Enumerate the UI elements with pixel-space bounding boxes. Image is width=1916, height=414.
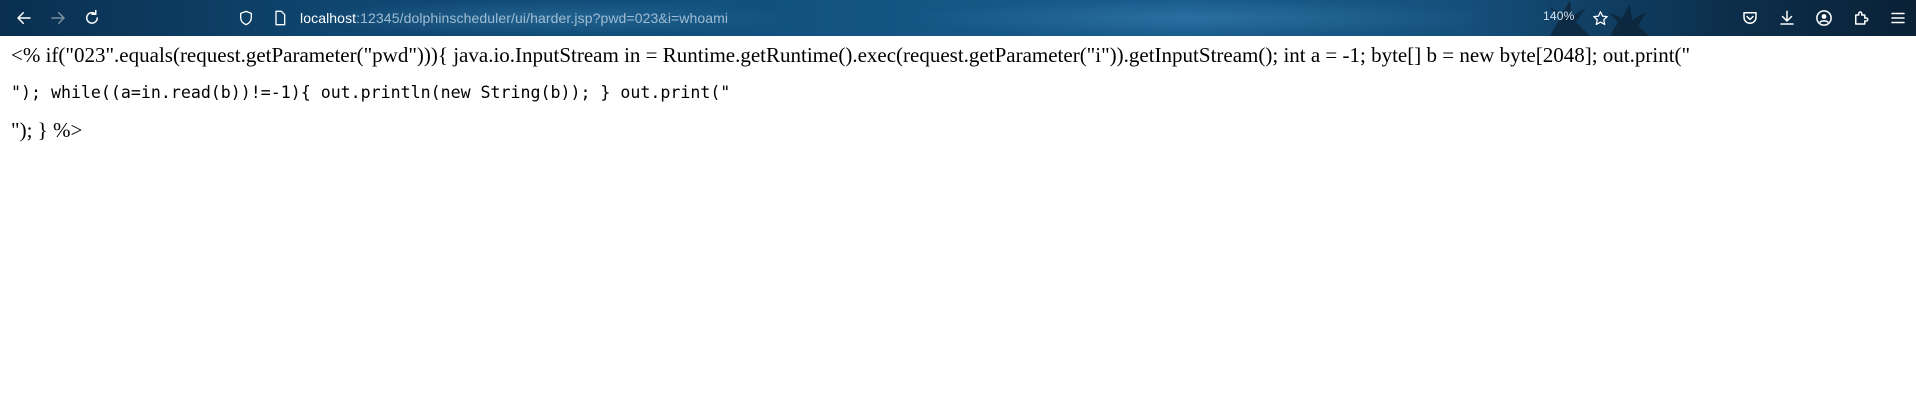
toolbar-right-icons xyxy=(1731,4,1916,32)
address-bar[interactable]: localhost:12345/dolphinscheduler/ui/hard… xyxy=(228,3,1573,33)
star-icon xyxy=(1592,10,1608,25)
app-menu-button[interactable] xyxy=(1879,4,1916,32)
downloads-button[interactable] xyxy=(1768,4,1805,32)
forward-button[interactable] xyxy=(44,4,72,32)
browser-toolbar: localhost:12345/dolphinscheduler/ui/hard… xyxy=(0,0,1916,36)
account-button[interactable] xyxy=(1805,4,1842,32)
jsp-source-line-2: "); while((a=in.read(b))!=-1){ out.print… xyxy=(11,83,731,103)
reload-icon xyxy=(86,9,98,24)
url-path: :12345/dolphinscheduler/ui/harder.jsp?pw… xyxy=(356,10,729,26)
jsp-source-line-3: "); } %> xyxy=(11,117,83,142)
url-host: localhost xyxy=(300,10,357,26)
page-content: <% if("023".equals(request.getParameter(… xyxy=(0,36,1916,143)
shield-icon[interactable] xyxy=(236,8,256,28)
pocket-icon xyxy=(1742,12,1757,24)
menu-icon xyxy=(1890,12,1905,24)
reload-button[interactable] xyxy=(78,4,106,32)
arrow-left-icon xyxy=(17,12,31,24)
arrow-right-icon xyxy=(51,12,65,24)
download-icon xyxy=(1779,10,1794,25)
url-text[interactable]: localhost:12345/dolphinscheduler/ui/hard… xyxy=(300,10,728,26)
bookmark-button[interactable] xyxy=(1588,6,1612,30)
page-icon[interactable] xyxy=(270,8,290,28)
jsp-source-line-1: <% if("023".equals(request.getParameter(… xyxy=(11,43,1691,67)
pocket-button[interactable] xyxy=(1731,4,1768,32)
zoom-level-button[interactable]: 140% xyxy=(1543,9,1575,23)
extensions-icon xyxy=(1854,11,1868,25)
account-icon xyxy=(1815,10,1832,26)
extensions-button[interactable] xyxy=(1842,4,1879,32)
back-button[interactable] xyxy=(10,4,38,32)
